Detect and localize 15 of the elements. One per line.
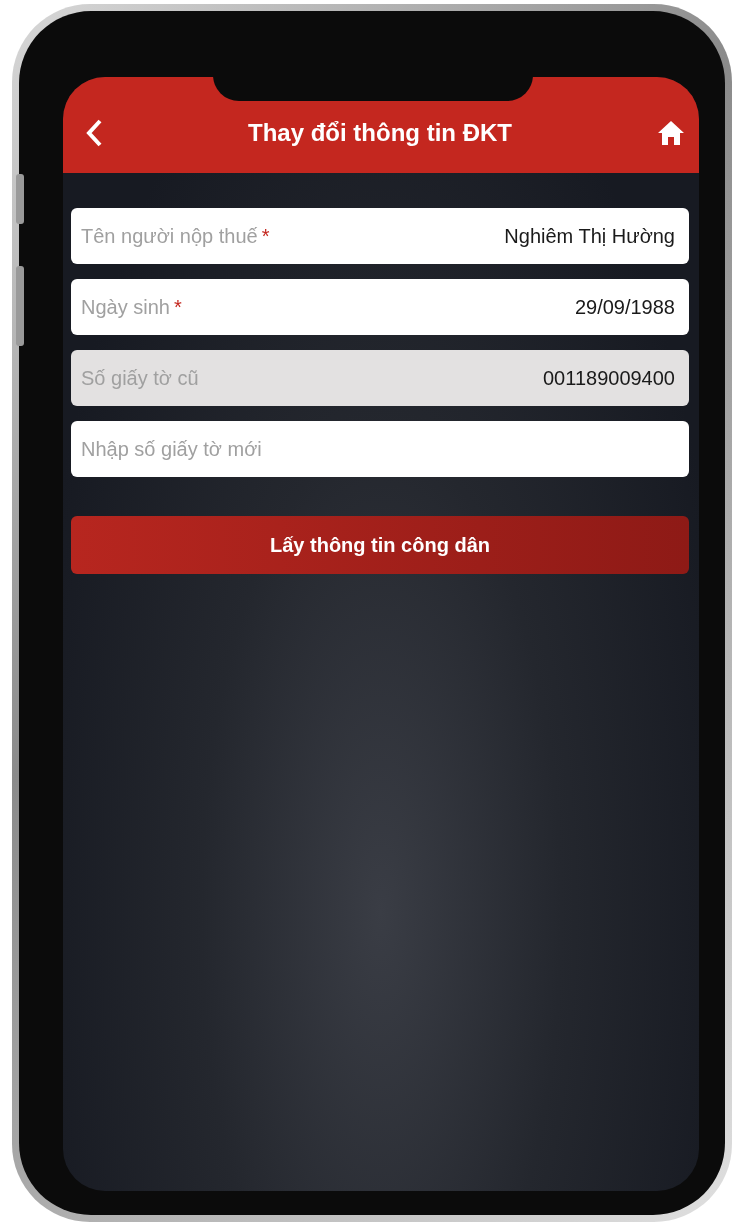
required-mark: * xyxy=(173,296,182,318)
input-field[interactable]: Nhập số giấy tờ mới xyxy=(71,421,689,477)
form-field[interactable]: Tên người nộp thuế * Nghiêm Thị Hường xyxy=(71,208,689,264)
field-label: Số giấy tờ cũ xyxy=(81,367,199,389)
field-value: Nghiêm Thị Hường xyxy=(504,224,675,249)
required-mark: * xyxy=(261,225,270,247)
home-icon[interactable] xyxy=(657,120,685,146)
submit-button[interactable]: Lấy thông tin công dân xyxy=(71,516,689,574)
field-value: 001189009400 xyxy=(543,366,675,391)
field-label: Tên người nộp thuế xyxy=(81,225,258,247)
field-value: 29/09/1988 xyxy=(574,295,675,320)
field-label: Ngày sinh xyxy=(81,296,170,318)
form-field[interactable]: Ngày sinh * 29/09/1988 xyxy=(71,279,689,335)
page-title: Thay đổi thông tin ĐKT xyxy=(248,118,512,148)
back-icon[interactable] xyxy=(85,119,103,147)
